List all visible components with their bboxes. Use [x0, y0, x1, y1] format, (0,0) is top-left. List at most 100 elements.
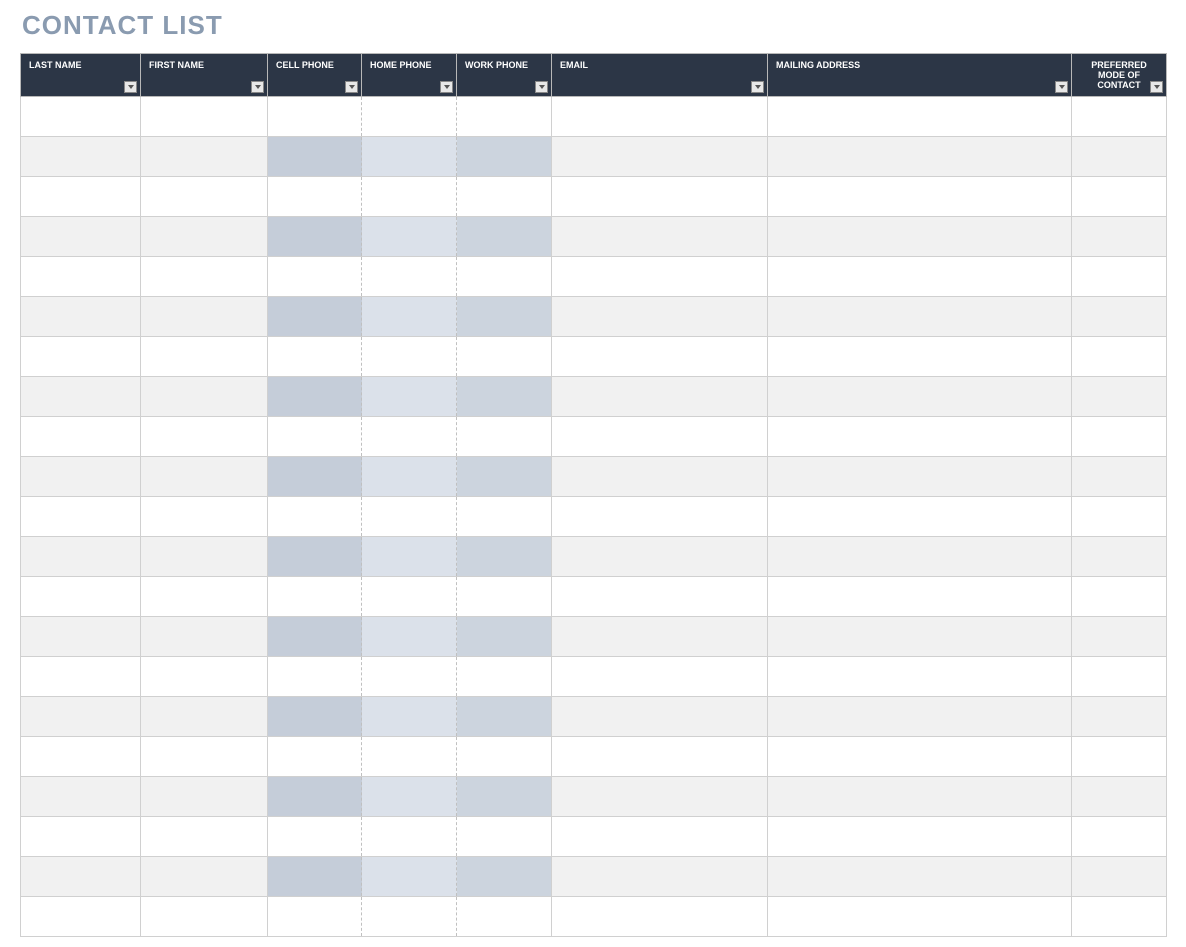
cell-email[interactable] [552, 97, 768, 137]
cell-mailing-address[interactable] [768, 377, 1072, 417]
cell-home-phone[interactable] [362, 697, 457, 737]
cell-cell-phone[interactable] [268, 697, 362, 737]
cell-mailing-address[interactable] [768, 217, 1072, 257]
cell-email[interactable] [552, 577, 768, 617]
cell-mailing-address[interactable] [768, 137, 1072, 177]
cell-preferred-mode[interactable] [1072, 897, 1167, 937]
cell-cell-phone[interactable] [268, 337, 362, 377]
cell-preferred-mode[interactable] [1072, 177, 1167, 217]
cell-work-phone[interactable] [457, 377, 552, 417]
cell-preferred-mode[interactable] [1072, 217, 1167, 257]
cell-preferred-mode[interactable] [1072, 97, 1167, 137]
cell-last-name[interactable] [21, 777, 141, 817]
cell-email[interactable] [552, 337, 768, 377]
cell-mailing-address[interactable] [768, 697, 1072, 737]
cell-mailing-address[interactable] [768, 657, 1072, 697]
cell-work-phone[interactable] [457, 137, 552, 177]
filter-dropdown-icon[interactable] [535, 81, 548, 93]
cell-email[interactable] [552, 737, 768, 777]
cell-mailing-address[interactable] [768, 497, 1072, 537]
cell-email[interactable] [552, 457, 768, 497]
cell-preferred-mode[interactable] [1072, 297, 1167, 337]
cell-home-phone[interactable] [362, 137, 457, 177]
cell-work-phone[interactable] [457, 457, 552, 497]
cell-last-name[interactable] [21, 657, 141, 697]
cell-work-phone[interactable] [457, 777, 552, 817]
cell-home-phone[interactable] [362, 377, 457, 417]
cell-cell-phone[interactable] [268, 457, 362, 497]
cell-email[interactable] [552, 857, 768, 897]
cell-cell-phone[interactable] [268, 497, 362, 537]
cell-mailing-address[interactable] [768, 577, 1072, 617]
cell-first-name[interactable] [141, 257, 268, 297]
cell-first-name[interactable] [141, 657, 268, 697]
cell-mailing-address[interactable] [768, 617, 1072, 657]
cell-email[interactable] [552, 897, 768, 937]
cell-mailing-address[interactable] [768, 537, 1072, 577]
column-header-firstname[interactable]: FIRST NAME [141, 54, 268, 97]
cell-cell-phone[interactable] [268, 217, 362, 257]
cell-last-name[interactable] [21, 617, 141, 657]
cell-home-phone[interactable] [362, 737, 457, 777]
cell-home-phone[interactable] [362, 337, 457, 377]
cell-home-phone[interactable] [362, 657, 457, 697]
cell-first-name[interactable] [141, 377, 268, 417]
cell-work-phone[interactable] [457, 897, 552, 937]
cell-mailing-address[interactable] [768, 97, 1072, 137]
filter-dropdown-icon[interactable] [251, 81, 264, 93]
cell-last-name[interactable] [21, 297, 141, 337]
cell-preferred-mode[interactable] [1072, 417, 1167, 457]
column-header-address[interactable]: MAILING ADDRESS [768, 54, 1072, 97]
cell-preferred-mode[interactable] [1072, 257, 1167, 297]
cell-last-name[interactable] [21, 97, 141, 137]
cell-last-name[interactable] [21, 577, 141, 617]
column-header-cellphone[interactable]: CELL PHONE [268, 54, 362, 97]
cell-email[interactable] [552, 257, 768, 297]
cell-preferred-mode[interactable] [1072, 657, 1167, 697]
cell-email[interactable] [552, 217, 768, 257]
column-header-email[interactable]: EMAIL [552, 54, 768, 97]
cell-cell-phone[interactable] [268, 97, 362, 137]
cell-cell-phone[interactable] [268, 657, 362, 697]
cell-home-phone[interactable] [362, 297, 457, 337]
cell-home-phone[interactable] [362, 537, 457, 577]
cell-mailing-address[interactable] [768, 297, 1072, 337]
cell-cell-phone[interactable] [268, 777, 362, 817]
cell-home-phone[interactable] [362, 417, 457, 457]
cell-cell-phone[interactable] [268, 537, 362, 577]
cell-first-name[interactable] [141, 697, 268, 737]
cell-work-phone[interactable] [457, 337, 552, 377]
column-header-lastname[interactable]: LAST NAME [21, 54, 141, 97]
cell-home-phone[interactable] [362, 897, 457, 937]
cell-cell-phone[interactable] [268, 617, 362, 657]
cell-first-name[interactable] [141, 617, 268, 657]
cell-last-name[interactable] [21, 177, 141, 217]
cell-home-phone[interactable] [362, 777, 457, 817]
filter-dropdown-icon[interactable] [751, 81, 764, 93]
cell-first-name[interactable] [141, 217, 268, 257]
cell-preferred-mode[interactable] [1072, 537, 1167, 577]
cell-last-name[interactable] [21, 697, 141, 737]
cell-work-phone[interactable] [457, 97, 552, 137]
cell-work-phone[interactable] [457, 537, 552, 577]
cell-work-phone[interactable] [457, 217, 552, 257]
cell-cell-phone[interactable] [268, 137, 362, 177]
cell-email[interactable] [552, 417, 768, 457]
cell-home-phone[interactable] [362, 817, 457, 857]
cell-preferred-mode[interactable] [1072, 337, 1167, 377]
cell-email[interactable] [552, 377, 768, 417]
cell-last-name[interactable] [21, 377, 141, 417]
cell-cell-phone[interactable] [268, 577, 362, 617]
cell-mailing-address[interactable] [768, 777, 1072, 817]
cell-mailing-address[interactable] [768, 257, 1072, 297]
cell-last-name[interactable] [21, 497, 141, 537]
cell-work-phone[interactable] [457, 417, 552, 457]
cell-work-phone[interactable] [457, 617, 552, 657]
cell-preferred-mode[interactable] [1072, 137, 1167, 177]
cell-mailing-address[interactable] [768, 177, 1072, 217]
cell-cell-phone[interactable] [268, 897, 362, 937]
cell-last-name[interactable] [21, 457, 141, 497]
cell-first-name[interactable] [141, 897, 268, 937]
cell-work-phone[interactable] [457, 737, 552, 777]
cell-preferred-mode[interactable] [1072, 377, 1167, 417]
